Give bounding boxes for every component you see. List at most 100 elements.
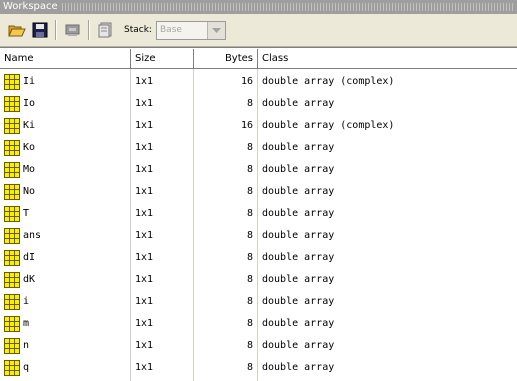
open-button[interactable] (6, 19, 28, 41)
variable-size: 1x1 (135, 98, 154, 109)
variable-name[interactable]: dI (23, 247, 35, 269)
column-header-size[interactable]: Size (131, 49, 193, 68)
array-grid-icon (4, 206, 20, 222)
array-grid-icon (4, 74, 20, 90)
variable-class: double array (262, 296, 335, 307)
clear-workspace-icon (98, 22, 112, 38)
variable-name[interactable]: m (23, 313, 29, 335)
variable-bytes: 8 (246, 142, 253, 153)
workspace-window: Workspace Stack: Base Name Size Bytes Cl… (0, 0, 517, 381)
variable-bytes: 16 (240, 120, 253, 131)
table-row[interactable]: No 1x1 8 double array (0, 181, 517, 203)
table-row[interactable]: q 1x1 8 double array (0, 357, 517, 379)
variables-table: Name Size Bytes Class Ii 1x1 16 double arra… (0, 47, 517, 381)
open-folder-icon (8, 25, 26, 37)
clear-workspace-button[interactable] (95, 19, 117, 41)
table-row[interactable]: n 1x1 8 double array (0, 335, 517, 357)
table-row[interactable]: m 1x1 8 double array (0, 313, 517, 335)
variable-size: 1x1 (135, 252, 154, 263)
table-row[interactable]: Ko 1x1 8 double array (0, 137, 517, 159)
print-icon (65, 24, 80, 36)
save-disk-icon (32, 22, 48, 38)
variable-class: double array (complex) (262, 76, 395, 87)
variable-class: double array (262, 252, 335, 263)
array-grid-icon (4, 118, 20, 134)
variable-class: double array (262, 318, 335, 329)
variable-name[interactable]: Mo (23, 159, 35, 181)
toolbar-separator (55, 20, 57, 40)
array-grid-icon (4, 228, 20, 244)
variable-name[interactable]: Ii (23, 71, 35, 93)
table-row[interactable]: dK 1x1 8 double array (0, 269, 517, 291)
variable-class: double array (262, 230, 335, 241)
column-header-name[interactable]: Name (0, 49, 130, 68)
stack-value: Base (160, 25, 182, 35)
chevron-down-icon[interactable] (207, 22, 225, 39)
table-row[interactable]: dI 1x1 8 double array (0, 247, 517, 269)
variable-size: 1x1 (135, 230, 154, 241)
title-bar[interactable]: Workspace (0, 0, 517, 14)
print-button[interactable] (62, 19, 84, 41)
save-button[interactable] (29, 19, 51, 41)
array-grid-icon (4, 360, 20, 376)
variable-size: 1x1 (135, 340, 154, 351)
array-grid-icon (4, 96, 20, 112)
table-header: Name Size Bytes Class (0, 49, 517, 69)
toolbar-separator (88, 20, 90, 40)
variable-size: 1x1 (135, 76, 154, 87)
variable-class: double array (complex) (262, 120, 395, 131)
variable-name[interactable]: No (23, 181, 35, 203)
array-grid-icon (4, 338, 20, 354)
variable-size: 1x1 (135, 318, 154, 329)
window-title: Workspace (3, 1, 58, 12)
variable-bytes: 8 (246, 340, 253, 351)
variable-class: double array (262, 186, 335, 197)
array-grid-icon (4, 162, 20, 178)
array-grid-icon (4, 250, 20, 266)
variable-name[interactable]: q (23, 357, 29, 379)
variable-class: double array (262, 164, 335, 175)
table-row[interactable]: Ii 1x1 16 double array (complex) (0, 71, 517, 93)
column-header-bytes[interactable]: Bytes (194, 49, 257, 68)
variable-bytes: 8 (246, 208, 253, 219)
variable-bytes: 8 (246, 164, 253, 175)
array-grid-icon (4, 184, 20, 200)
variable-class: double array (262, 142, 335, 153)
variable-class: double array (262, 340, 335, 351)
variable-size: 1x1 (135, 164, 154, 175)
variable-bytes: 16 (240, 76, 253, 87)
variable-name[interactable]: ans (23, 225, 41, 247)
table-row[interactable]: Io 1x1 8 double array (0, 93, 517, 115)
variable-bytes: 8 (246, 274, 253, 285)
variable-size: 1x1 (135, 120, 154, 131)
variable-name[interactable]: Ki (23, 115, 35, 137)
variable-bytes: 8 (246, 230, 253, 241)
array-grid-icon (4, 140, 20, 156)
stack-label: Stack: (124, 25, 152, 35)
variable-name[interactable]: n (23, 335, 29, 357)
column-header-class[interactable]: Class (258, 49, 517, 68)
table-row[interactable]: Ki 1x1 16 double array (complex) (0, 115, 517, 137)
variable-name[interactable]: i (23, 291, 29, 313)
variable-size: 1x1 (135, 296, 154, 307)
variable-class: double array (262, 208, 335, 219)
variable-name[interactable]: dK (23, 269, 35, 291)
table-row[interactable]: ans 1x1 8 double array (0, 225, 517, 247)
variable-bytes: 8 (246, 98, 253, 109)
variable-class: double array (262, 362, 335, 373)
table-row[interactable]: i 1x1 8 double array (0, 291, 517, 313)
variable-bytes: 8 (246, 296, 253, 307)
variable-name[interactable]: Ko (23, 137, 35, 159)
variable-size: 1x1 (135, 208, 154, 219)
variable-size: 1x1 (135, 186, 154, 197)
variable-class: double array (262, 274, 335, 285)
table-row[interactable]: Mo 1x1 8 double array (0, 159, 517, 181)
array-grid-icon (4, 316, 20, 332)
variable-bytes: 8 (246, 252, 253, 263)
variable-bytes: 8 (246, 362, 253, 373)
title-bar-grip[interactable] (62, 3, 515, 11)
table-row[interactable]: T 1x1 8 double array (0, 203, 517, 225)
stack-select[interactable]: Base (156, 21, 226, 40)
variable-name[interactable]: T (23, 203, 29, 225)
variable-name[interactable]: Io (23, 93, 35, 115)
